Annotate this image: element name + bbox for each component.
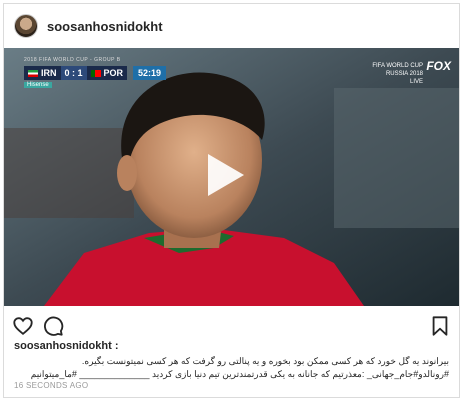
- post-username[interactable]: soosanhosnidokht: [47, 19, 163, 34]
- bookmark-icon[interactable]: [429, 315, 451, 337]
- iran-flag-icon: [28, 70, 38, 78]
- comment-icon[interactable]: [42, 315, 64, 337]
- home-team: IRN: [24, 66, 61, 80]
- video-player[interactable]: 2018 FIFA WORLD CUP - GROUP B IRN 0 : 1 …: [4, 48, 459, 306]
- away-team: POR: [86, 66, 128, 80]
- play-icon[interactable]: [196, 148, 250, 202]
- network-logo: FOX: [426, 59, 451, 73]
- broadcast-title: 2018 FIFA WORLD CUP - GROUP B: [24, 57, 121, 63]
- post-actions: [4, 310, 459, 340]
- match-clock: 52:19: [133, 66, 167, 80]
- sponsor-label: Hisense: [24, 82, 52, 88]
- post-header: soosanhosnidokht: [4, 4, 459, 48]
- caption-username[interactable]: soosanhosnidokht :: [14, 339, 449, 353]
- heart-icon[interactable]: [12, 315, 34, 337]
- caption-text: بیرانوند یه گل خورد که هر کسی ممکن بود ب…: [30, 356, 449, 379]
- post-caption: soosanhosnidokht : بیرانوند یه گل خورد ک…: [14, 339, 449, 381]
- match-score: 0 : 1: [60, 66, 87, 80]
- portugal-flag-icon: [90, 70, 101, 78]
- instagram-post-card: soosanhosnidokht 2018 FIFA WORLD CUP - G…: [3, 3, 460, 398]
- post-timestamp: 16 SECONDS AGO: [14, 381, 89, 390]
- broadcast-brand: FIFA WORLD CUP RUSSIA 2018 LIVE FOX: [372, 59, 451, 85]
- profile-avatar[interactable]: [14, 14, 38, 38]
- scorebug: IRN 0 : 1 POR 52:19: [24, 66, 167, 80]
